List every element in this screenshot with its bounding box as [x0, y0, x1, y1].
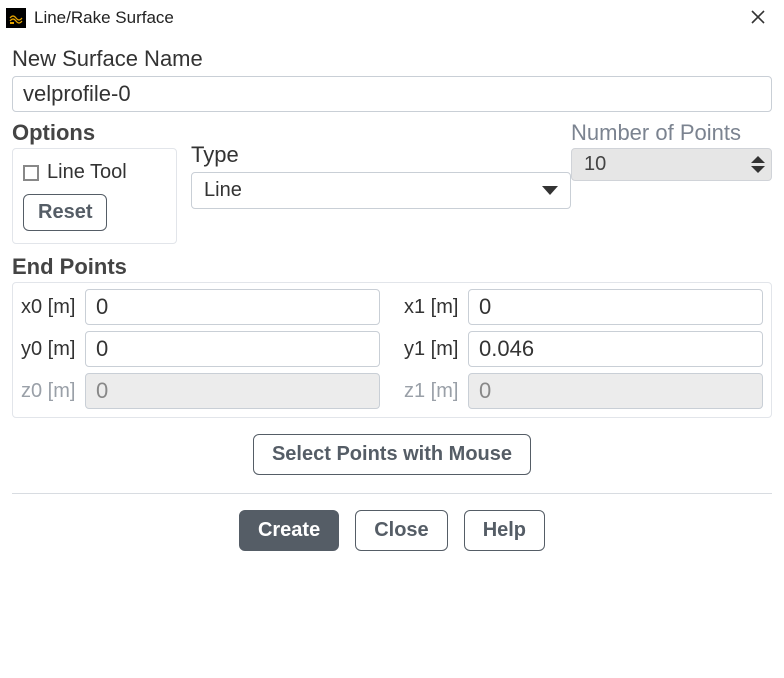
chevron-down-icon	[542, 186, 558, 195]
points-value: 10	[584, 153, 751, 176]
create-button[interactable]: Create	[239, 510, 339, 551]
points-spinner[interactable]: 10	[571, 148, 772, 181]
window-title: Line/Rake Surface	[34, 8, 174, 28]
type-label: Type	[191, 142, 571, 168]
z1-label: z1 [m]	[404, 380, 468, 403]
z0-label: z0 [m]	[21, 380, 85, 403]
line-tool-checkbox[interactable]: Line Tool	[23, 161, 166, 184]
endpoints-grid: x0 [m] x1 [m] y0 [m] y1 [m] z0 [m] z1 [m…	[12, 282, 772, 418]
close-icon[interactable]	[742, 7, 774, 29]
app-icon	[6, 8, 26, 28]
x1-input[interactable]	[468, 289, 763, 325]
points-label: Number of Points	[571, 120, 772, 146]
z0-input	[85, 373, 380, 409]
chevron-up-icon	[751, 156, 765, 163]
x1-label: x1 [m]	[404, 296, 468, 319]
select-points-mouse-button[interactable]: Select Points with Mouse	[253, 434, 531, 475]
reset-button[interactable]: Reset	[23, 194, 107, 231]
y0-label: y0 [m]	[21, 338, 85, 361]
checkbox-icon	[23, 165, 39, 181]
y1-label: y1 [m]	[404, 338, 468, 361]
y0-input[interactable]	[85, 331, 380, 367]
y1-input[interactable]	[468, 331, 763, 367]
x0-label: x0 [m]	[21, 296, 85, 319]
endpoints-heading: End Points	[12, 254, 772, 280]
close-button[interactable]: Close	[355, 510, 447, 551]
help-button[interactable]: Help	[464, 510, 545, 551]
surface-name-label: New Surface Name	[12, 46, 772, 72]
options-heading: Options	[12, 120, 177, 146]
surface-name-input[interactable]	[12, 76, 772, 112]
z1-input	[468, 373, 763, 409]
title-bar: Line/Rake Surface	[0, 0, 784, 36]
x0-input[interactable]	[85, 289, 380, 325]
type-value: Line	[204, 179, 242, 202]
chevron-down-icon	[751, 166, 765, 173]
divider	[12, 493, 772, 494]
type-select[interactable]: Line	[191, 172, 571, 209]
options-group: Line Tool Reset	[12, 148, 177, 244]
line-tool-label: Line Tool	[47, 161, 127, 184]
